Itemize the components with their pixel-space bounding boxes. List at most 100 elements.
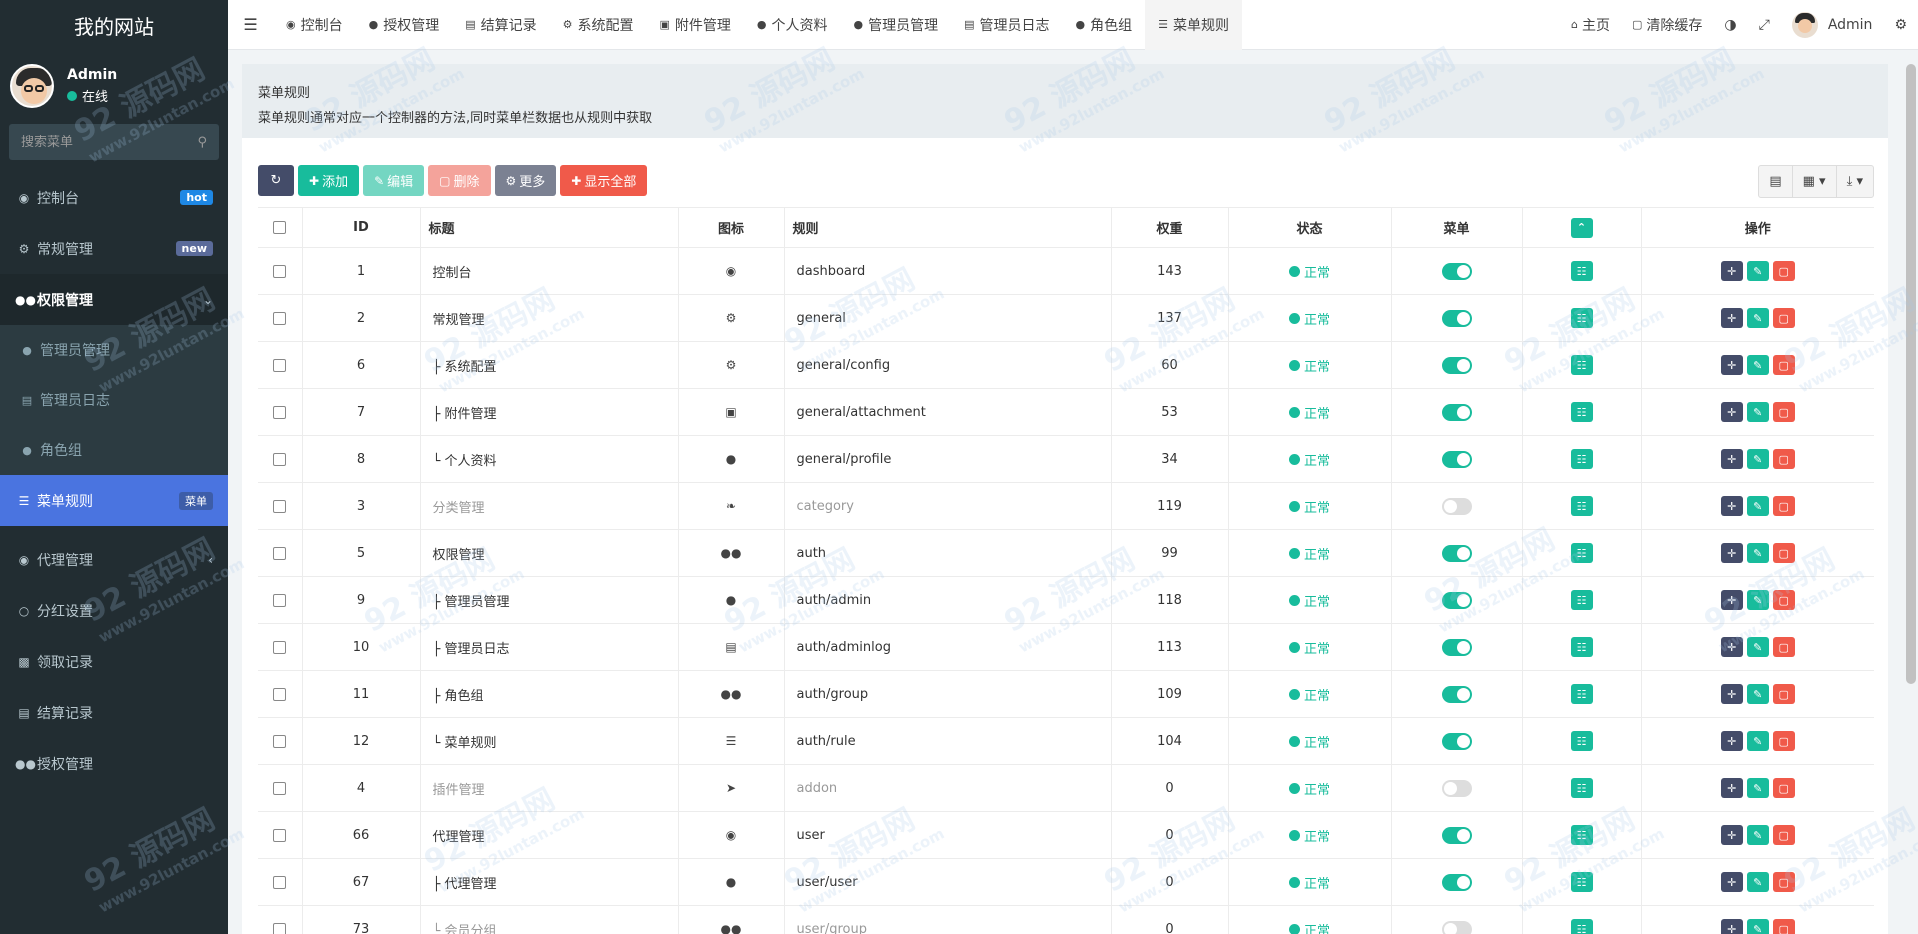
drag-move-icon[interactable]: ✛ bbox=[1720, 637, 1743, 657]
drag-move-icon[interactable]: ✛ bbox=[1720, 590, 1743, 610]
sitemap-icon[interactable]: ☷ bbox=[1570, 496, 1593, 516]
tab-settle[interactable]: ▤ 结算记录 bbox=[452, 0, 549, 50]
search-icon[interactable]: ⚲ bbox=[197, 135, 207, 150]
tab-group[interactable]: ● 角色组 bbox=[1063, 0, 1146, 50]
drag-move-icon[interactable]: ✛ bbox=[1720, 684, 1743, 704]
delete-trash-icon[interactable]: ▢ bbox=[1772, 778, 1795, 798]
row-checkbox[interactable] bbox=[258, 435, 303, 483]
columns-icon[interactable]: ▦ ▾ bbox=[1793, 166, 1837, 197]
sidebar-item-dividend[interactable]: ○ 分红设置 bbox=[0, 585, 228, 636]
menu-toggle[interactable] bbox=[1441, 920, 1472, 934]
row-checkbox[interactable] bbox=[258, 388, 303, 436]
drag-move-icon[interactable]: ✛ bbox=[1720, 731, 1743, 751]
page-scrollbar[interactable] bbox=[1906, 64, 1916, 684]
export-icon[interactable]: ⤓ ▾ bbox=[1837, 166, 1873, 197]
delete-trash-icon[interactable]: ▢ bbox=[1772, 402, 1795, 422]
edit-pencil-icon[interactable]: ✎ bbox=[1746, 731, 1769, 751]
status-badge[interactable]: 正常 bbox=[1288, 497, 1330, 516]
status-badge[interactable]: 正常 bbox=[1288, 638, 1330, 657]
delete-trash-icon[interactable]: ▢ bbox=[1772, 919, 1795, 934]
drag-move-icon[interactable]: ✛ bbox=[1720, 919, 1743, 934]
tab-attachment[interactable]: ▣ 附件管理 bbox=[647, 0, 744, 50]
delete-trash-icon[interactable]: ▢ bbox=[1772, 731, 1795, 751]
drag-move-icon[interactable]: ✛ bbox=[1720, 543, 1743, 563]
edit-pencil-icon[interactable]: ✎ bbox=[1746, 496, 1769, 516]
edit-pencil-icon[interactable]: ✎ bbox=[1746, 308, 1769, 328]
menu-toggle[interactable] bbox=[1441, 356, 1472, 374]
drag-move-icon[interactable]: ✛ bbox=[1720, 778, 1743, 798]
sitemap-icon[interactable]: ☷ bbox=[1570, 449, 1593, 469]
row-checkbox[interactable] bbox=[258, 341, 303, 389]
drag-move-icon[interactable]: ✛ bbox=[1720, 449, 1743, 469]
status-badge[interactable]: 正常 bbox=[1288, 685, 1330, 704]
sitemap-icon[interactable]: ☷ bbox=[1570, 261, 1593, 281]
status-badge[interactable]: 正常 bbox=[1288, 262, 1330, 281]
sidebar-item-group[interactable]: ● 角色组 bbox=[0, 425, 228, 475]
drag-move-icon[interactable]: ✛ bbox=[1720, 261, 1743, 281]
row-checkbox[interactable] bbox=[258, 764, 303, 812]
sidebar-toggle-icon[interactable]: ☰ bbox=[228, 0, 273, 50]
avatar[interactable] bbox=[10, 64, 54, 108]
row-checkbox[interactable] bbox=[258, 811, 303, 859]
row-checkbox[interactable] bbox=[258, 247, 303, 295]
sidebar-item-settle[interactable]: ▤ 结算记录 bbox=[0, 687, 228, 738]
status-badge[interactable]: 正常 bbox=[1288, 309, 1330, 328]
sidebar-item-agent[interactable]: ◉ 代理管理 ‹ bbox=[0, 534, 228, 585]
row-checkbox[interactable] bbox=[258, 717, 303, 765]
delete-trash-icon[interactable]: ▢ bbox=[1772, 637, 1795, 657]
delete-trash-icon[interactable]: ▢ bbox=[1772, 590, 1795, 610]
menu-toggle[interactable] bbox=[1441, 262, 1472, 280]
status-badge[interactable]: 正常 bbox=[1288, 920, 1330, 934]
sitemap-icon[interactable]: ☷ bbox=[1570, 355, 1593, 375]
drag-move-icon[interactable]: ✛ bbox=[1720, 402, 1743, 422]
delete-trash-icon[interactable]: ▢ bbox=[1772, 872, 1795, 892]
tab-admin[interactable]: ● 管理员管理 bbox=[841, 0, 952, 50]
status-badge[interactable]: 正常 bbox=[1288, 356, 1330, 375]
row-checkbox[interactable] bbox=[258, 576, 303, 624]
status-badge[interactable]: 正常 bbox=[1288, 544, 1330, 563]
user-menu[interactable]: Admin bbox=[1781, 11, 1884, 38]
row-checkbox[interactable] bbox=[258, 858, 303, 906]
col-rule[interactable]: 规则 bbox=[784, 207, 1112, 248]
row-checkbox[interactable] bbox=[258, 529, 303, 577]
menu-toggle[interactable] bbox=[1441, 826, 1472, 844]
sitemap-icon[interactable]: ☷ bbox=[1570, 308, 1593, 328]
sidebar-item-rule[interactable]: ☰ 菜单规则 菜单 bbox=[0, 475, 228, 526]
show-all-button[interactable]: ✚ 显示全部 bbox=[560, 165, 648, 196]
delete-trash-icon[interactable]: ▢ bbox=[1772, 449, 1795, 469]
col-title[interactable]: 标题 bbox=[420, 207, 679, 248]
tab-profile[interactable]: ● 个人资料 bbox=[744, 0, 841, 50]
delete-trash-icon[interactable]: ▢ bbox=[1772, 496, 1795, 516]
add-button[interactable]: ✚ 添加 bbox=[298, 165, 360, 196]
status-badge[interactable]: 正常 bbox=[1288, 873, 1330, 892]
delete-trash-icon[interactable]: ▢ bbox=[1772, 543, 1795, 563]
sitemap-icon[interactable]: ☷ bbox=[1570, 872, 1593, 892]
row-checkbox[interactable] bbox=[258, 905, 303, 934]
drag-move-icon[interactable]: ✛ bbox=[1720, 355, 1743, 375]
menu-toggle[interactable] bbox=[1441, 309, 1472, 327]
refresh-button[interactable]: ↻ bbox=[258, 165, 294, 196]
drag-move-icon[interactable]: ✛ bbox=[1720, 308, 1743, 328]
tab-adminlog[interactable]: ▤ 管理员日志 bbox=[951, 0, 1062, 50]
delete-trash-icon[interactable]: ▢ bbox=[1772, 355, 1795, 375]
sitemap-icon[interactable]: ☷ bbox=[1570, 402, 1593, 422]
fullscreen-icon[interactable]: ⤢ bbox=[1748, 17, 1781, 33]
sitemap-icon[interactable]: ☷ bbox=[1570, 919, 1593, 934]
menu-toggle[interactable] bbox=[1441, 591, 1472, 609]
edit-pencil-icon[interactable]: ✎ bbox=[1746, 637, 1769, 657]
sitemap-icon[interactable]: ☷ bbox=[1570, 731, 1593, 751]
sitemap-icon[interactable]: ☷ bbox=[1570, 543, 1593, 563]
collapse-all-button[interactable]: ⌃ bbox=[1522, 207, 1642, 248]
drag-move-icon[interactable]: ✛ bbox=[1720, 872, 1743, 892]
sidebar-item-general[interactable]: ⚙ 常规管理 new bbox=[0, 223, 228, 274]
delete-button[interactable]: ▢ 删除 bbox=[428, 165, 491, 196]
edit-pencil-icon[interactable]: ✎ bbox=[1746, 590, 1769, 610]
tab-dashboard[interactable]: ◉ 控制台 bbox=[273, 0, 356, 50]
language-icon[interactable]: ◑ bbox=[1713, 17, 1747, 33]
tab-config[interactable]: ⚙ 系统配置 bbox=[550, 0, 647, 50]
delete-trash-icon[interactable]: ▢ bbox=[1772, 825, 1795, 845]
menu-toggle[interactable] bbox=[1441, 779, 1472, 797]
status-badge[interactable]: 正常 bbox=[1288, 732, 1330, 751]
edit-pencil-icon[interactable]: ✎ bbox=[1746, 543, 1769, 563]
status-badge[interactable]: 正常 bbox=[1288, 403, 1330, 422]
